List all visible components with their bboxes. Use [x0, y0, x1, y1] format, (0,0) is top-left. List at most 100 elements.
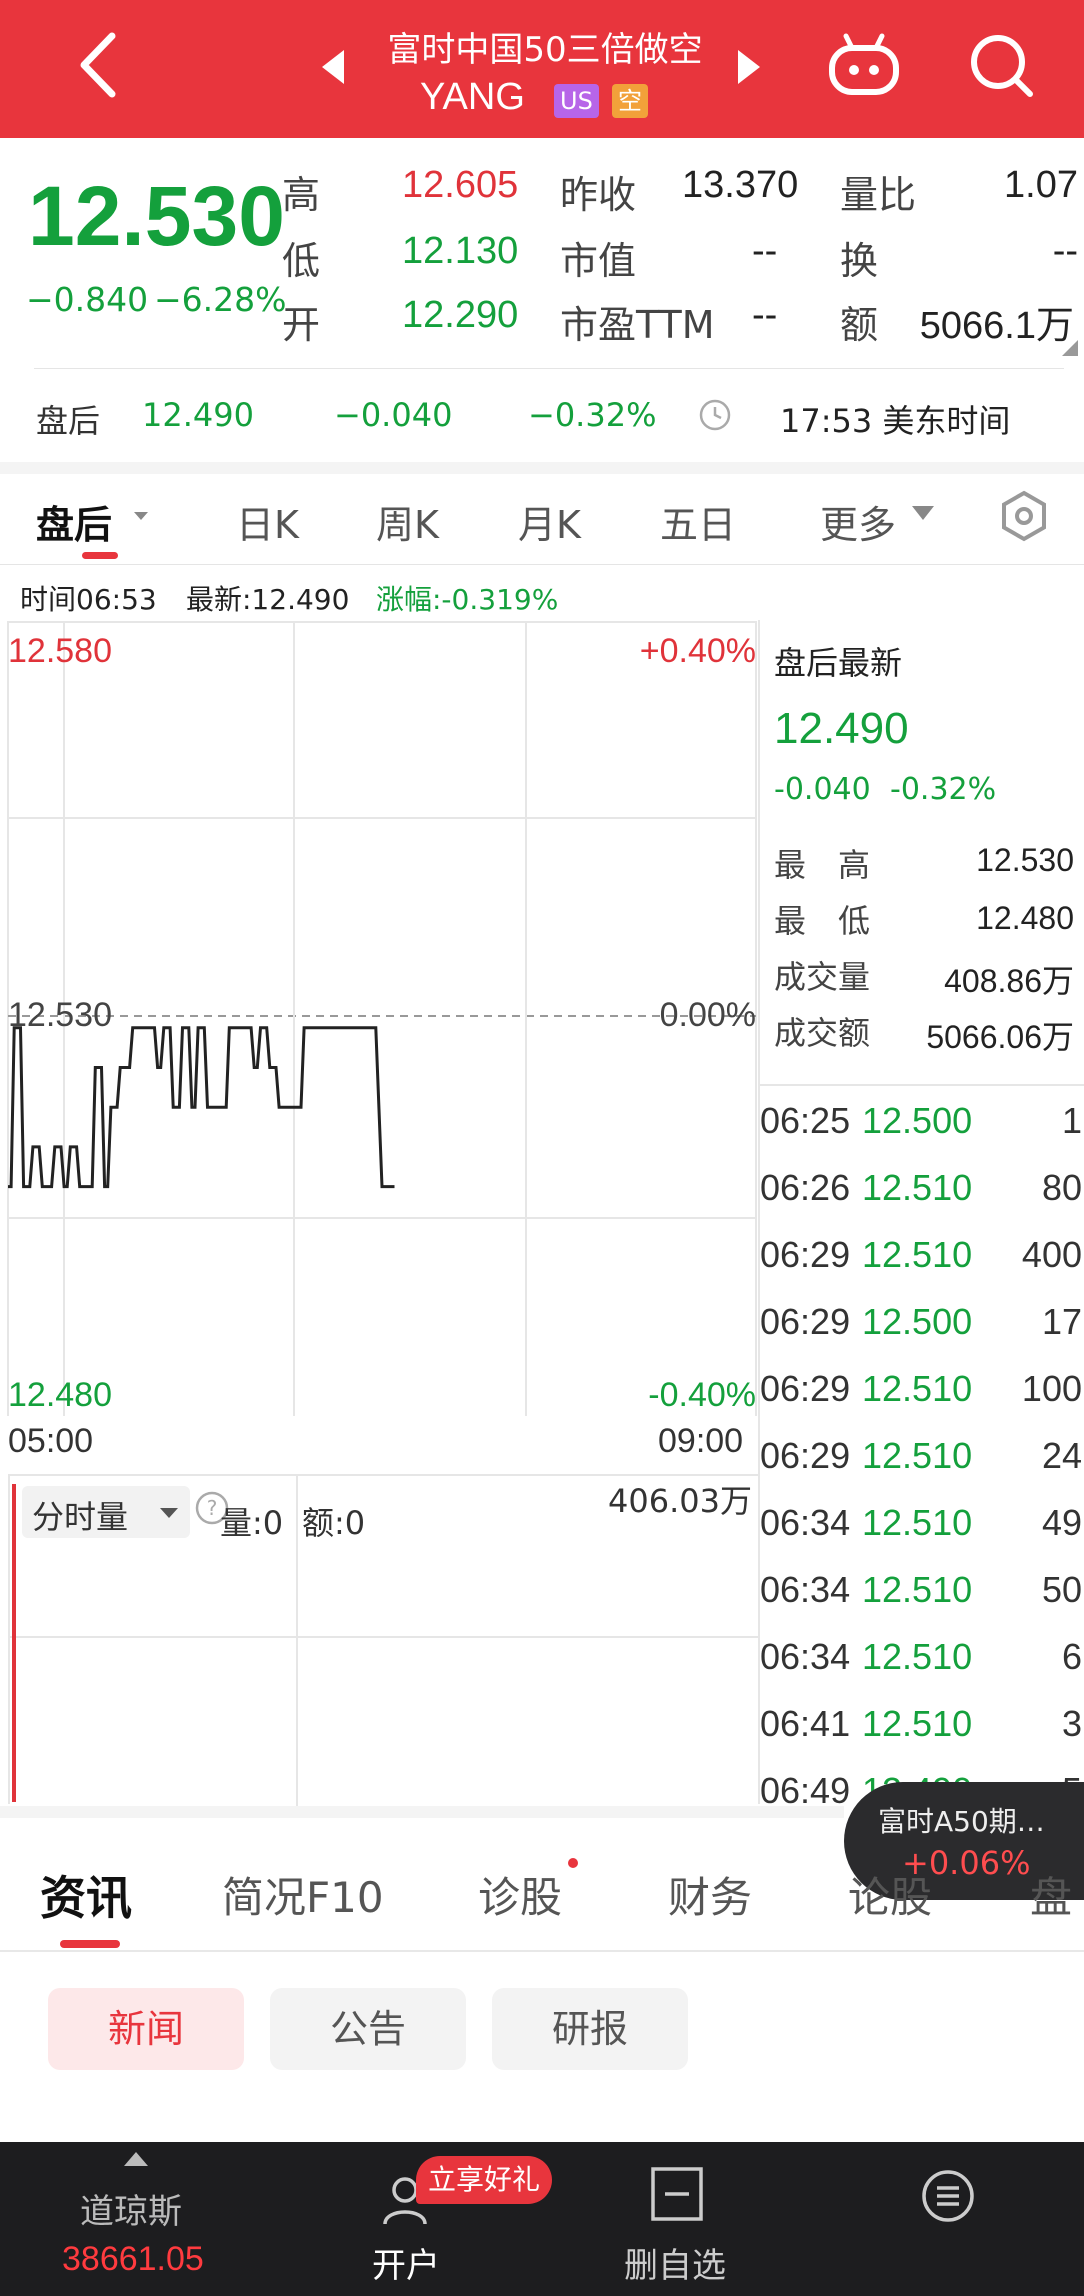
trade-time: 06:29 — [760, 1368, 851, 1409]
trade-time: 06:34 — [760, 1502, 851, 1543]
trade-row: 06:29 12.500 17 — [760, 1301, 1084, 1367]
open-account-label[interactable]: 开户 — [372, 2238, 440, 2287]
tab-profile-f10[interactable]: 简况F10 — [222, 1864, 384, 1925]
tab-day-k[interactable]: 日K — [236, 494, 299, 549]
prev-close-label: 昨收 — [560, 173, 637, 217]
active-tab-indicator — [60, 1940, 120, 1948]
axis-mid-pct: 0.00% — [659, 996, 756, 1034]
after-hours-time: 17:53 美东时间 — [780, 402, 1011, 440]
trade-price: 12.500 — [862, 1301, 973, 1342]
side-amount: 5066.06万 — [926, 1019, 1074, 1055]
trade-price: 12.510 — [862, 1167, 973, 1208]
trade-price: 12.510 — [862, 1502, 973, 1543]
section-gap — [0, 462, 1084, 474]
volume-selector[interactable]: 分时量 — [22, 1486, 190, 1538]
expand-corner-icon[interactable] — [1062, 340, 1078, 356]
volume-bar — [12, 1484, 16, 1802]
trade-time: 06:34 — [760, 1636, 851, 1677]
trade-price: 12.510 — [862, 1703, 973, 1744]
amount-value-vol: 额:0 — [302, 1504, 366, 1542]
market-cap-label: 市值 — [560, 239, 637, 283]
trade-volume: 24 — [1041, 1435, 1082, 1476]
price-chart-canvas — [7, 621, 757, 1416]
turnover-label: 换 — [840, 239, 879, 283]
tab-diagnosis[interactable]: 诊股 — [478, 1864, 562, 1925]
low-value: 12.130 — [402, 230, 519, 272]
volume-max: 406.03万 — [608, 1482, 752, 1520]
crosshair-time: 时间06:53 — [20, 583, 157, 616]
trade-price: 12.500 — [862, 1100, 973, 1141]
price-change: −0.840 — [26, 280, 149, 319]
caret-up-icon — [124, 2152, 148, 2166]
segment-research[interactable]: 研报 — [492, 1988, 688, 2070]
gridline — [10, 1636, 758, 1638]
crosshair-change: 涨幅:-0.319% — [376, 583, 559, 616]
after-hours-change: −0.040 — [334, 396, 453, 434]
axis-bottom-price: 12.480 — [8, 1376, 112, 1414]
trade-time: 06:29 — [760, 1234, 851, 1275]
trade-row: 06:26 12.510 80 — [760, 1167, 1084, 1233]
open-label: 开 — [282, 303, 321, 347]
section-gap — [0, 1806, 844, 1818]
remove-watchlist-icon[interactable] — [650, 2166, 704, 2222]
trade-row: 06:41 12.510 3 — [760, 1703, 1084, 1769]
side-price: 12.490 — [774, 704, 909, 753]
trade-volume: 100 — [1021, 1368, 1082, 1409]
high-value: 12.605 — [402, 164, 519, 206]
robot-assistant-icon[interactable] — [826, 30, 902, 100]
tab-finance[interactable]: 财务 — [668, 1864, 752, 1925]
volume-chart[interactable]: 分时量 ? 量:0 额:0 406.03万 — [8, 1474, 758, 1806]
promo-badge[interactable]: 立享好礼 — [416, 2156, 553, 2204]
tab-after-hours[interactable]: 盘后 — [36, 494, 112, 549]
trade-time: 06:49 — [760, 1770, 851, 1804]
tab-more-content[interactable]: 盘 — [1030, 1864, 1072, 1925]
svg-text:?: ? — [207, 1496, 218, 1520]
current-price: 12.530 — [28, 169, 285, 263]
pe-value: -- — [752, 294, 778, 336]
axis-mid-price: 12.530 — [8, 996, 112, 1034]
segment-announcements[interactable]: 公告 — [270, 1988, 466, 2070]
trade-time: 06:29 — [760, 1435, 851, 1476]
tab-more[interactable]: 更多 — [820, 494, 896, 549]
remove-watchlist-label[interactable]: 删自选 — [624, 2238, 726, 2287]
tab-five-day[interactable]: 五日 — [660, 494, 736, 549]
trade-time: 06:26 — [760, 1167, 851, 1208]
stock-name: 富时中国50三倍做空 — [387, 30, 703, 70]
high-label: 高 — [282, 173, 321, 217]
tab-week-k[interactable]: 周K — [376, 494, 439, 549]
settings-icon[interactable] — [998, 490, 1050, 542]
side-change-pct: -0.32% — [890, 772, 997, 807]
trade-row: 06:34 12.510 6 — [760, 1636, 1084, 1702]
segment-news[interactable]: 新闻 — [48, 1988, 244, 2070]
trade-volume: 80 — [1041, 1167, 1082, 1208]
float-index-name: 富时A50期… — [878, 1805, 1045, 1838]
caret-down-icon — [160, 1508, 178, 1518]
back-arrow-icon[interactable] — [70, 30, 130, 100]
axis-top-price: 12.580 — [8, 632, 112, 670]
trade-row: 06:29 12.510 400 — [760, 1234, 1084, 1300]
next-stock-icon[interactable] — [738, 50, 760, 84]
trade-row: 06:25 12.500 1 — [760, 1100, 1084, 1166]
axis-bottom-pct: -0.40% — [648, 1376, 756, 1414]
search-icon[interactable] — [966, 30, 1036, 100]
side-title: 盘后最新 — [774, 644, 903, 682]
tab-month-k[interactable]: 月K — [518, 494, 581, 549]
side-volume-label: 成交量 — [774, 958, 871, 996]
divider — [0, 1950, 1084, 1952]
trade-row: 06:29 12.510 24 — [760, 1435, 1084, 1501]
index-value[interactable]: 38661.05 — [62, 2240, 204, 2279]
menu-icon[interactable] — [920, 2168, 976, 2224]
tab-discussion[interactable]: 论股 — [848, 1864, 932, 1925]
index-name[interactable]: 道琼斯 — [80, 2184, 182, 2233]
side-amount-label: 成交额 — [774, 1014, 871, 1052]
trade-row: 06:34 12.510 50 — [760, 1569, 1084, 1635]
volume-ratio-label: 量比 — [840, 173, 917, 217]
trade-list[interactable]: 06:25 12.500 1 06:26 12.510 80 06:29 12.510 400 0… — [758, 1086, 1084, 1804]
tab-news[interactable]: 资讯 — [40, 1862, 132, 1928]
crosshair-latest: 最新:12.490 — [186, 583, 350, 616]
pe-label: 市盈TTM — [560, 303, 715, 347]
after-hours-label: 盘后 — [36, 402, 101, 440]
caret-down-icon — [912, 506, 934, 520]
intraday-chart[interactable]: 12.580 12.530 12.480 +0.40% 0.00% -0.40% — [0, 620, 758, 1416]
trade-volume: 50 — [1041, 1569, 1082, 1610]
